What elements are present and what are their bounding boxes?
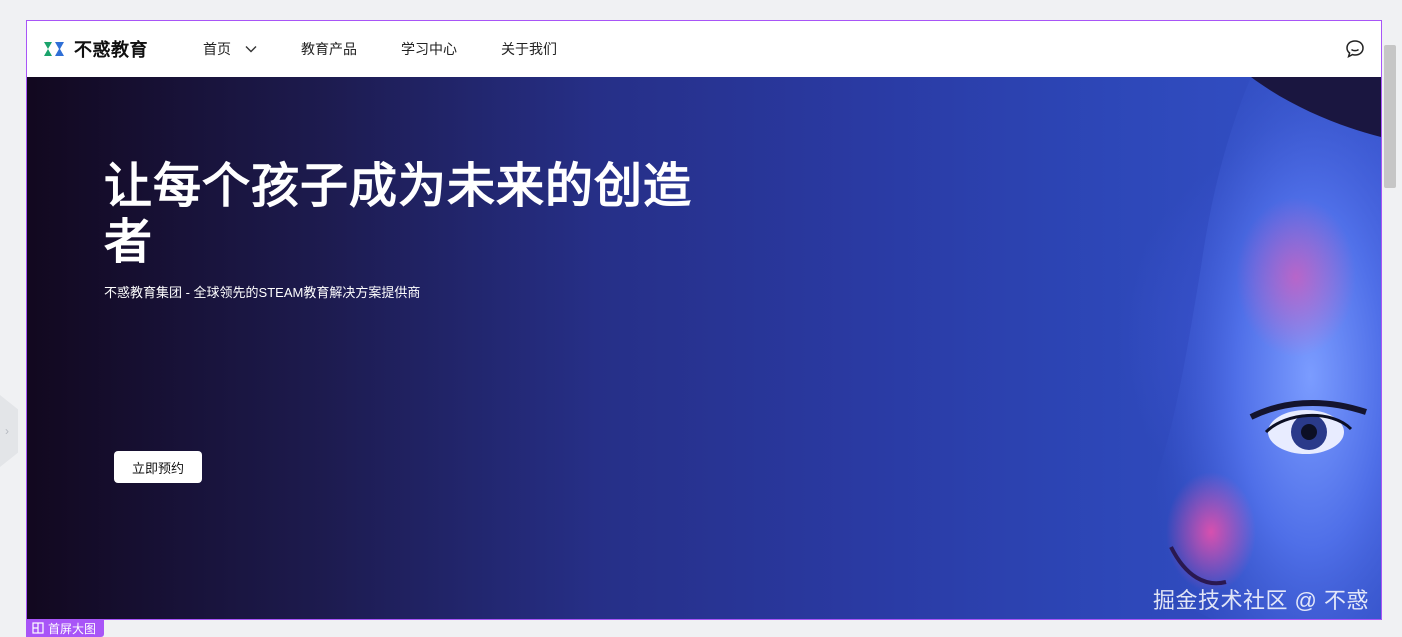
selected-section-frame: 不惑教育 首页 教育产品 学习中心 关于我们 让每个孩子成为未来的创造者 不惑教… (26, 20, 1382, 620)
watermark: 掘金技术社区 @ 不惑 (1152, 588, 1369, 613)
navbar: 不惑教育 首页 教育产品 学习中心 关于我们 (27, 21, 1381, 77)
section-tag-label: 首屏大图 (48, 621, 97, 636)
nav-item-label: 教育产品 (301, 41, 357, 57)
chevron-right-icon: › (5, 424, 9, 438)
main-nav: 首页 教育产品 学习中心 关于我们 (203, 39, 601, 59)
logo[interactable]: 不惑教育 (42, 36, 148, 62)
nav-item-products[interactable]: 教育产品 (301, 39, 357, 59)
nav-item-home[interactable]: 首页 (203, 39, 257, 59)
nav-item-label: 学习中心 (401, 41, 457, 57)
layout-icon (32, 622, 44, 634)
hero-banner: 让每个孩子成为未来的创造者 不惑教育集团 - 全球领先的STEAM教育解决方案提… (27, 77, 1381, 619)
brand-logo-icon (44, 42, 64, 56)
editor-top-strip (0, 0, 1402, 20)
logo-text: 不惑教育 (74, 40, 148, 60)
nav-item-learning-center[interactable]: 学习中心 (401, 39, 457, 59)
hero-subtitle: 不惑教育集团 - 全球领先的STEAM教育解决方案提供商 (104, 285, 421, 300)
hero-face-image (1145, 77, 1381, 619)
hero-title: 让每个孩子成为未来的创造者 (104, 160, 693, 269)
nav-item-about[interactable]: 关于我们 (501, 39, 557, 59)
chevron-down-icon (245, 46, 257, 53)
nav-item-label: 首页 (203, 41, 231, 57)
scrollbar-thumb[interactable] (1384, 45, 1396, 188)
nav-item-label: 关于我们 (501, 41, 557, 57)
chat-bubble-icon[interactable] (1345, 39, 1365, 59)
section-tag[interactable]: 首屏大图 (26, 619, 105, 637)
sidebar-expand-handle[interactable]: › (0, 395, 18, 467)
book-now-button[interactable]: 立即预约 (114, 451, 202, 483)
